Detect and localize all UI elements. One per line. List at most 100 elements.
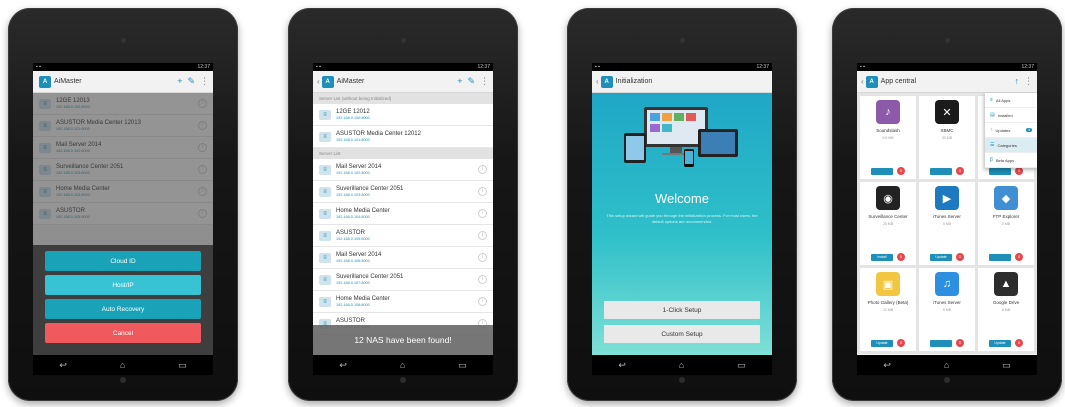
app-name: XBMC: [940, 128, 954, 133]
app-actions: Update 0: [871, 339, 905, 347]
info-icon[interactable]: i: [478, 231, 487, 240]
app-card[interactable]: ▲ Google Drive 8 MB Update 0: [978, 268, 1034, 351]
server-item[interactable]: ≡Mail Server 2014192.168.0.102:8000i: [313, 159, 493, 181]
app-actions: 0: [930, 167, 964, 175]
auto-recovery-button[interactable]: Auto Recovery: [45, 299, 201, 319]
info-icon[interactable]: i: [478, 209, 487, 218]
edit-icon[interactable]: ✎: [187, 76, 195, 87]
server-ip: 192.168.0.104:8000: [336, 215, 370, 219]
status-time: 12:37: [756, 64, 769, 70]
app-action-button[interactable]: [871, 167, 893, 175]
app-action-button[interactable]: Update: [989, 339, 1011, 347]
app-badge: 0: [1015, 253, 1023, 261]
home-icon[interactable]: ⌂: [944, 360, 949, 370]
back-arrow-icon[interactable]: ‹: [596, 77, 599, 86]
server-name: ASUSTOR Media Center 12012: [336, 131, 421, 137]
server-text: ASUSTOR Media Center 12012 192.168.0.101:…: [336, 131, 487, 142]
server-name: ASUSTOR: [336, 318, 365, 324]
app-icon: ♪: [876, 100, 900, 124]
recent-apps-icon[interactable]: ▭: [458, 360, 467, 371]
app-size: 30 MB: [941, 135, 953, 140]
server-text: Home Media Center192.168.0.104:8000: [336, 208, 478, 219]
server-text: ASUSTOR192.168.0.105:8000: [336, 230, 478, 241]
nas-icon: ≡: [319, 208, 331, 219]
camera: [401, 38, 406, 43]
menu-item[interactable]: β Beta Apps: [985, 153, 1037, 168]
home-icon[interactable]: ⌂: [679, 360, 684, 370]
cloud-id-button[interactable]: Cloud ID: [45, 251, 201, 271]
status-time: 12:37: [1021, 64, 1034, 70]
initialization-panel: Welcome This setup wizard will guide you…: [592, 93, 772, 355]
menu-item-icon: β: [990, 157, 993, 163]
app-action-button[interactable]: Update: [930, 253, 952, 261]
server-ip: 192.168.0.108:8000: [336, 303, 370, 307]
server-text: Mail Server 2014 192.168.0.106:8000: [336, 252, 478, 263]
back-icon[interactable]: ↩: [339, 360, 347, 371]
app-action-button[interactable]: [989, 167, 1011, 175]
cancel-button[interactable]: Cancel: [45, 323, 201, 343]
back-icon[interactable]: ↩: [883, 360, 891, 371]
app-action-button[interactable]: [989, 253, 1011, 261]
menu-item[interactable]: ☰ Categories: [985, 138, 1037, 153]
recent-apps-icon[interactable]: ▭: [178, 360, 187, 371]
server-item[interactable]: ≡ Mail Server 2014 192.168.0.106:8000 i: [313, 247, 493, 269]
server-item[interactable]: ≡ 12GE 12012 192.168.0.100:8000: [313, 104, 493, 126]
menu-item[interactable]: ↑ Updates 3: [985, 123, 1037, 138]
status-bar: ▪ ▪ 12:37: [592, 63, 772, 71]
server-name: Home Media Center: [336, 296, 390, 302]
info-icon[interactable]: i: [478, 165, 487, 174]
recent-apps-icon[interactable]: ▭: [1002, 360, 1011, 371]
app-card[interactable]: ◉ Surveillance Center 25 MB Install 0: [860, 182, 916, 265]
info-icon[interactable]: i: [478, 253, 487, 262]
menu-item-icon: ≡: [990, 97, 993, 103]
screen-initialization: ▪ ▪ 12:37 ‹ A Initialization Welcome Thi…: [592, 63, 772, 375]
upload-icon[interactable]: ↑: [1015, 76, 1020, 87]
more-icon[interactable]: ⋮: [200, 76, 209, 87]
action-bar: ‹ A Initialization: [592, 71, 772, 93]
app-action-button[interactable]: Update: [871, 339, 893, 347]
recent-apps-icon[interactable]: ▭: [737, 360, 746, 371]
home-icon[interactable]: ⌂: [120, 360, 125, 370]
app-action-button[interactable]: [930, 339, 952, 347]
back-arrow-icon[interactable]: ‹: [861, 77, 864, 86]
app-card[interactable]: ♪ Soundslash 6.5 MB 0: [860, 96, 916, 179]
info-icon[interactable]: i: [478, 187, 487, 196]
app-action-button[interactable]: [930, 167, 952, 175]
app-actions: 0: [871, 167, 905, 175]
app-card[interactable]: ▶ iTunes Server 5 MB Update 0: [919, 182, 975, 265]
edit-icon[interactable]: ✎: [467, 76, 475, 87]
server-item[interactable]: ≡ Suverillance Center 2051 192.168.0.107:8…: [313, 269, 493, 291]
menu-item[interactable]: ▤ Installed: [985, 108, 1037, 123]
server-ip: 192.168.0.101:8000: [336, 138, 370, 142]
app-badge: 0: [956, 339, 964, 347]
server-item[interactable]: ≡ ASUSTOR Media Center 12012 192.168.0.101…: [313, 126, 493, 148]
app-icon: ◉: [876, 186, 900, 210]
back-arrow-icon[interactable]: ‹: [317, 77, 320, 86]
home-icon[interactable]: ⌂: [400, 360, 405, 370]
custom-setup-button[interactable]: Custom Setup: [604, 325, 760, 343]
server-item[interactable]: ≡ Suverillance Center 2051 192.168.0.103:8…: [313, 181, 493, 203]
back-icon[interactable]: ↩: [618, 360, 626, 371]
more-icon[interactable]: ⋮: [480, 76, 489, 87]
app-card[interactable]: ♫ iTunes Server 5 MB 0: [919, 268, 975, 351]
back-icon[interactable]: ↩: [59, 360, 67, 371]
app-card[interactable]: ▣ Photo Gallery (Beta) 12 MB Update 0: [860, 268, 916, 351]
app-card[interactable]: ◆ FTP Explorer 2 MB 0: [978, 182, 1034, 265]
add-icon[interactable]: +: [177, 76, 182, 87]
app-name: iTunes Server: [933, 214, 961, 219]
app-action-button[interactable]: Install: [871, 253, 893, 261]
add-icon[interactable]: +: [457, 76, 462, 87]
menu-item[interactable]: ≡ All Apps: [985, 93, 1037, 108]
info-icon[interactable]: i: [478, 275, 487, 284]
server-item[interactable]: ≡ASUSTOR192.168.0.105:8000i: [313, 225, 493, 247]
info-icon[interactable]: i: [478, 297, 487, 306]
nav-bar: ↩ ⌂ ▭: [313, 355, 493, 375]
app-card[interactable]: ✕ XBMC 30 MB 0: [919, 96, 975, 179]
host-ip-button[interactable]: Host/IP: [45, 275, 201, 295]
aimaster-logo-icon: A: [600, 75, 613, 88]
more-icon[interactable]: ⋮: [1024, 76, 1033, 87]
one-click-setup-button[interactable]: 1-Click Setup: [604, 301, 760, 319]
server-item[interactable]: ≡ Home Media Center 192.168.0.108:8000 i: [313, 291, 493, 313]
server-item[interactable]: ≡ Home Media Center192.168.0.104:8000i: [313, 203, 493, 225]
found-toast: 12 NAS have been found!: [313, 325, 493, 355]
